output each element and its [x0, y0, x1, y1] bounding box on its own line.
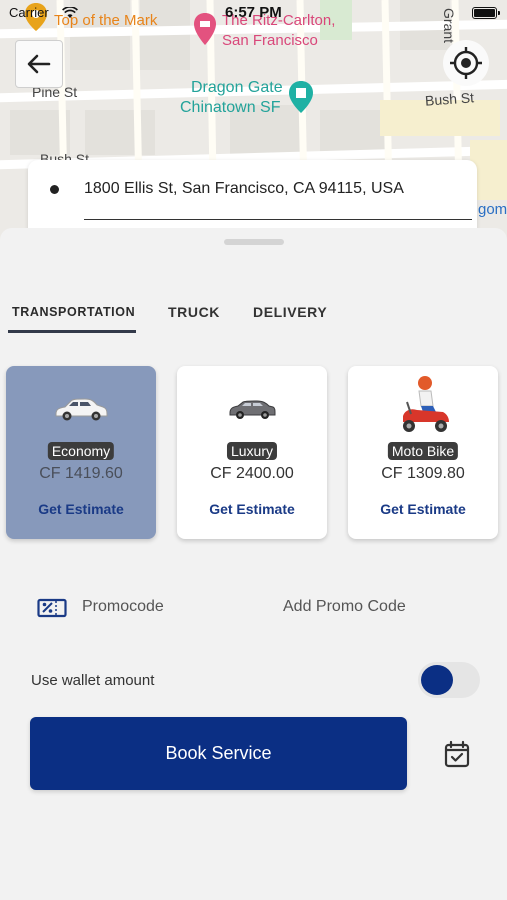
- tab-truck[interactable]: TRUCK: [168, 304, 220, 320]
- locate-me-button[interactable]: [443, 40, 489, 86]
- toggle-knob: [421, 665, 453, 695]
- get-estimate-link[interactable]: Get Estimate: [177, 501, 327, 517]
- tab-active-indicator: [8, 330, 136, 333]
- address-underline: [84, 219, 472, 220]
- vehicle-price: CF 1309.80: [381, 465, 465, 482]
- wallet-toggle[interactable]: [418, 662, 480, 698]
- get-estimate-link[interactable]: Get Estimate: [6, 501, 156, 517]
- poi-dragon-gate-line1[interactable]: Dragon Gate: [191, 79, 283, 97]
- vehicle-name: Moto Bike: [387, 442, 459, 460]
- landmark-pin-icon: [289, 81, 313, 113]
- poi-edge-right: gom: [478, 201, 507, 218]
- wifi-icon: [62, 7, 78, 18]
- crosshair-icon: [450, 47, 482, 79]
- poi-ritz-line2[interactable]: San Francisco: [222, 32, 318, 50]
- discount-icon: [37, 598, 67, 618]
- calendar-check-icon: [444, 740, 470, 768]
- street-vertical-right: Grant: [441, 8, 457, 44]
- vehicle-card-moto-bike[interactable]: Moto Bike CF 1309.80 Get Estimate: [348, 366, 498, 539]
- car-dark-icon: [229, 400, 276, 419]
- vehicle-price: CF 1419.60: [39, 465, 123, 482]
- tab-delivery[interactable]: DELIVERY: [253, 304, 327, 320]
- wallet-row: Use wallet amount: [0, 662, 507, 702]
- street-bush-right: Bush St: [424, 89, 475, 109]
- arrow-left-icon: [27, 54, 51, 74]
- status-carrier: Carrier: [9, 5, 49, 20]
- status-time: 6:57 PM: [225, 4, 282, 21]
- car-white-icon: [55, 398, 108, 421]
- poi-dragon-gate-line2[interactable]: Chinatown SF: [180, 99, 281, 117]
- tab-transportation[interactable]: TRANSPORTATION: [12, 305, 135, 319]
- vehicle-card-luxury[interactable]: Luxury CF 2400.00 Get Estimate: [177, 366, 327, 539]
- vehicle-name: Luxury: [226, 442, 278, 460]
- map-view[interactable]: Top of the Mark The Ritz-Carlton, San Fr…: [0, 0, 507, 240]
- promocode-label: Promocode: [82, 598, 164, 615]
- sheet-drag-handle[interactable]: [224, 239, 284, 245]
- back-button[interactable]: [15, 40, 63, 88]
- battery-icon: [472, 7, 500, 19]
- vehicle-list: Economy CF 1419.60 Get Estimate Luxury C…: [0, 366, 507, 541]
- vehicle-card-economy[interactable]: Economy CF 1419.60 Get Estimate: [6, 366, 156, 539]
- vehicle-name: Economy: [47, 442, 115, 460]
- book-service-button[interactable]: Book Service: [30, 717, 407, 790]
- hotel-pin-icon: [194, 13, 216, 45]
- add-promo-code-button[interactable]: Add Promo Code: [283, 598, 406, 616]
- vehicle-price: CF 2400.00: [210, 465, 294, 482]
- address-field[interactable]: 1800 Ellis St, San Francisco, CA 94115, …: [84, 180, 404, 198]
- promo-row: Promocode Add Promo Code: [0, 596, 507, 620]
- location-dot-icon: [50, 185, 59, 194]
- scooter-icon: [403, 376, 449, 432]
- schedule-button[interactable]: [441, 738, 473, 770]
- booking-sheet: TRANSPORTATION TRUCK DELIVERY Economy CF…: [0, 228, 507, 900]
- get-estimate-link[interactable]: Get Estimate: [348, 501, 498, 517]
- wallet-label: Use wallet amount: [31, 672, 155, 689]
- service-tabs: TRANSPORTATION TRUCK DELIVERY: [0, 300, 507, 340]
